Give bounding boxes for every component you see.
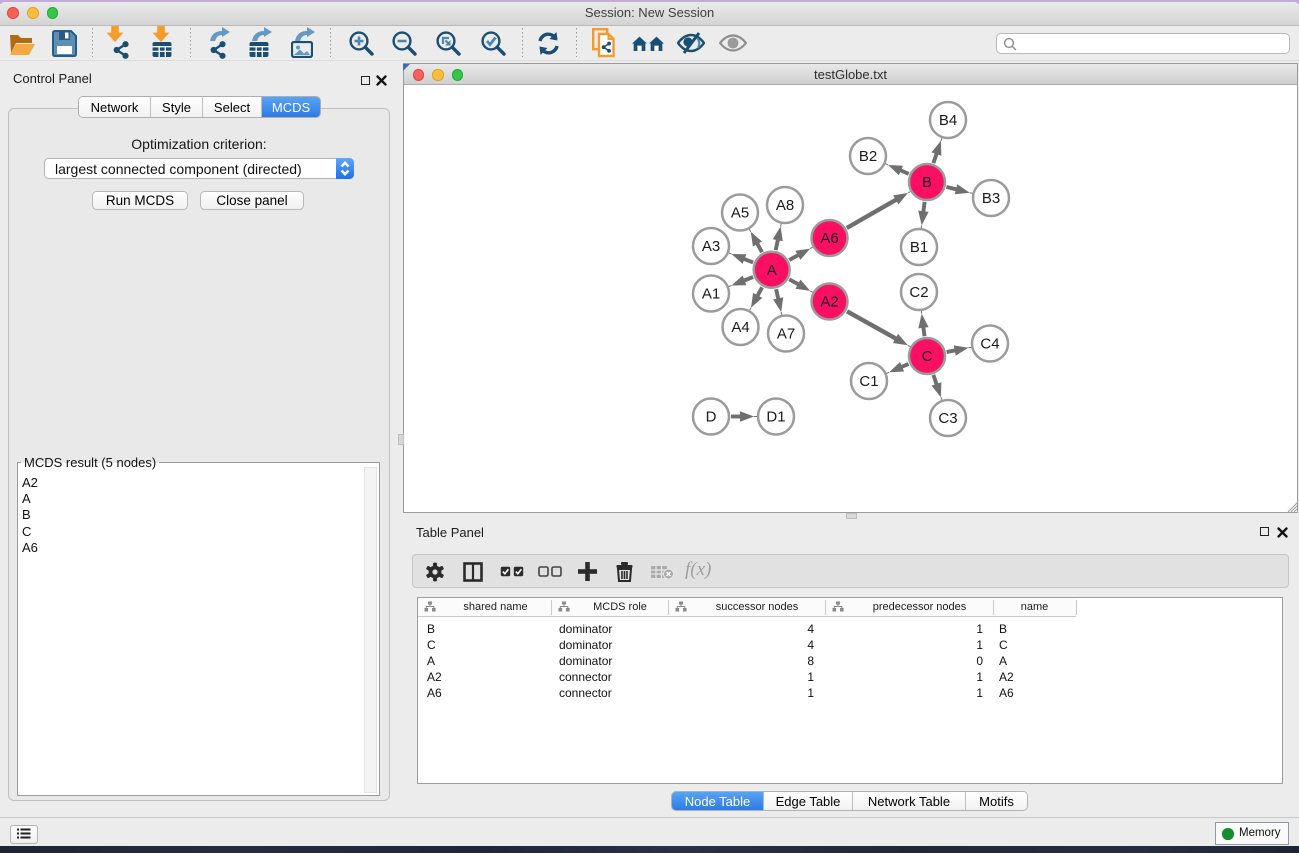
svg-text:C3: C3 xyxy=(938,410,957,427)
svg-text:A2: A2 xyxy=(820,294,838,311)
svg-text:B1: B1 xyxy=(910,239,928,256)
svg-text:D: D xyxy=(706,409,717,426)
svg-text:C1: C1 xyxy=(859,373,878,390)
svg-text:C4: C4 xyxy=(980,336,999,353)
svg-text:B4: B4 xyxy=(939,112,957,129)
svg-text:A8: A8 xyxy=(776,197,794,214)
svg-text:A7: A7 xyxy=(777,326,795,343)
svg-text:A1: A1 xyxy=(702,286,720,303)
svg-text:A5: A5 xyxy=(731,205,749,222)
svg-text:A6: A6 xyxy=(820,230,838,247)
svg-text:B3: B3 xyxy=(982,190,1000,207)
svg-text:B2: B2 xyxy=(859,148,877,165)
svg-text:D1: D1 xyxy=(766,409,785,426)
svg-text:A4: A4 xyxy=(731,319,749,336)
svg-text:B: B xyxy=(922,174,932,191)
svg-text:A3: A3 xyxy=(702,238,720,255)
svg-text:C2: C2 xyxy=(909,284,928,301)
svg-text:A: A xyxy=(767,262,777,279)
svg-text:C: C xyxy=(922,348,933,365)
